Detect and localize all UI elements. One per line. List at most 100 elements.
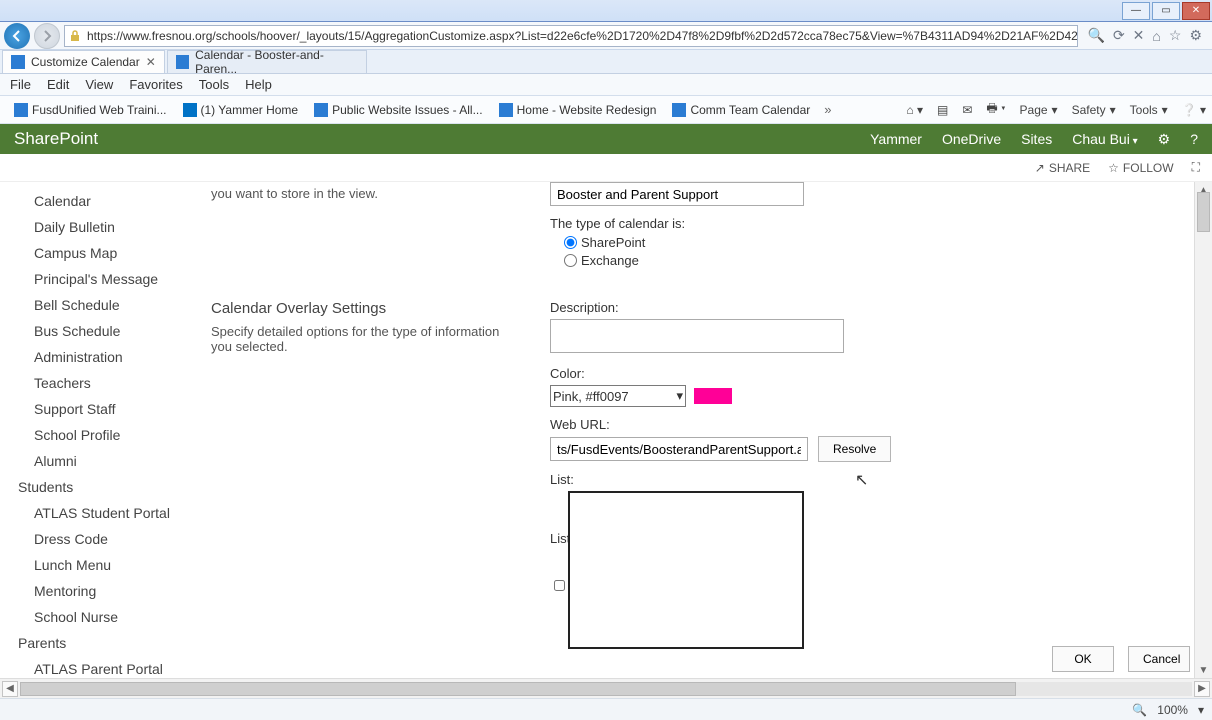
- fav-link[interactable]: FusdUnified Web Traini...: [6, 103, 175, 117]
- favorites-star-icon[interactable]: ☆: [1169, 27, 1182, 44]
- help-icon[interactable]: ?: [1190, 131, 1198, 147]
- type-exchange-radio[interactable]: [564, 254, 577, 267]
- suite-user-menu[interactable]: Chau Bui: [1072, 131, 1137, 147]
- tab-calendar-booster[interactable]: Calendar - Booster-and-Paren...: [167, 50, 367, 73]
- menu-favorites[interactable]: Favorites: [129, 77, 182, 92]
- section-title: Calendar Overlay Settings: [211, 300, 386, 317]
- feeds-icon[interactable]: ▤: [937, 103, 948, 117]
- print-icon[interactable]: 🖶 ▾: [986, 99, 1005, 120]
- nav-item-dress-code[interactable]: Dress Code: [14, 526, 205, 552]
- home-icon[interactable]: ⌂: [1152, 28, 1160, 44]
- suite-link-yammer[interactable]: Yammer: [870, 131, 922, 147]
- back-button[interactable]: [4, 23, 30, 49]
- nav-item-teachers[interactable]: Teachers: [14, 370, 205, 396]
- home-dropdown-icon[interactable]: ⌂ ▾: [906, 103, 923, 117]
- page-actions-bar: ↗ SHARE ☆ FOLLOW ⛶: [0, 154, 1212, 182]
- share-button[interactable]: ↗ SHARE: [1035, 161, 1090, 175]
- scroll-right-arrow-icon[interactable]: ▶: [1194, 681, 1210, 697]
- nav-item-alumni[interactable]: Alumni: [14, 448, 205, 474]
- nav-item-support-staff[interactable]: Support Staff: [14, 396, 205, 422]
- focus-icon[interactable]: ⛶: [1192, 160, 1200, 175]
- fav-link[interactable]: Home - Website Redesign: [491, 103, 665, 117]
- horizontal-scrollbar[interactable]: ◀ ▶: [0, 678, 1212, 698]
- fav-link[interactable]: Comm Team Calendar: [664, 103, 818, 117]
- nav-item-lunch-menu[interactable]: Lunch Menu: [14, 552, 205, 578]
- fav-label: Home - Website Redesign: [517, 103, 657, 117]
- weburl-input[interactable]: [550, 437, 808, 461]
- menu-tools[interactable]: Tools: [199, 77, 229, 92]
- safety-menu[interactable]: Safety ▾: [1072, 103, 1116, 117]
- nav-item-school-profile[interactable]: School Profile: [14, 422, 205, 448]
- cancel-button[interactable]: Cancel: [1128, 646, 1190, 672]
- browser-menubar: File Edit View Favorites Tools Help: [0, 74, 1212, 96]
- zoom-value[interactable]: 100%: [1157, 703, 1188, 717]
- nav-item-bell-schedule[interactable]: Bell Schedule: [14, 292, 205, 318]
- ok-button[interactable]: OK: [1052, 646, 1114, 672]
- nav-item-school-nurse[interactable]: School Nurse: [14, 604, 205, 630]
- address-bar[interactable]: https://www.fresnou.org/schools/hoover/_…: [64, 25, 1078, 47]
- color-swatch: [694, 388, 732, 404]
- nav-item-bus-schedule[interactable]: Bus Schedule: [14, 318, 205, 344]
- color-select-value: Pink, #ff0097: [553, 389, 629, 404]
- suite-link-onedrive[interactable]: OneDrive: [942, 131, 1001, 147]
- arrow-right-icon: [41, 30, 53, 42]
- zoom-icon[interactable]: 🔍: [1132, 703, 1147, 717]
- description-input[interactable]: [550, 319, 844, 353]
- section-description: Specify detailed options for the type of…: [211, 324, 521, 354]
- hscroll-thumb[interactable]: [20, 682, 1016, 696]
- zoom-dropdown-icon[interactable]: ▾: [1198, 703, 1204, 717]
- chevron-down-icon: ▾: [676, 388, 683, 404]
- nav-item-atlas-student[interactable]: ATLAS Student Portal: [14, 500, 205, 526]
- tools-menu[interactable]: Tools ▾: [1130, 103, 1168, 117]
- nav-item-principals-message[interactable]: Principal's Message: [14, 266, 205, 292]
- color-select[interactable]: Pink, #ff0097 ▾: [550, 385, 686, 407]
- scroll-left-arrow-icon[interactable]: ◀: [2, 681, 18, 697]
- stop-icon[interactable]: ✕: [1133, 27, 1145, 44]
- follow-button[interactable]: ☆ FOLLOW: [1108, 161, 1173, 175]
- window-minimize-button[interactable]: —: [1122, 2, 1150, 20]
- window-close-button[interactable]: ✕: [1182, 2, 1210, 20]
- refresh-icon[interactable]: ⟳: [1113, 27, 1125, 44]
- nav-item-atlas-parent[interactable]: ATLAS Parent Portal: [14, 656, 205, 678]
- scroll-down-arrow-icon[interactable]: ▼: [1195, 662, 1212, 678]
- tab-close-icon[interactable]: ✕: [146, 55, 156, 69]
- nav-group-students[interactable]: Students: [14, 474, 205, 500]
- settings-gear-icon[interactable]: ⚙: [1189, 27, 1202, 44]
- menu-edit[interactable]: Edit: [47, 77, 69, 92]
- menu-view[interactable]: View: [85, 77, 113, 92]
- fav-link[interactable]: Public Website Issues - All...: [306, 103, 491, 117]
- nav-group-parents[interactable]: Parents: [14, 630, 205, 656]
- window-maximize-button[interactable]: ▭: [1152, 2, 1180, 20]
- menu-help[interactable]: Help: [245, 77, 272, 92]
- content-area: you want to store in the view. Calendar …: [205, 182, 1212, 678]
- lock-icon: [69, 30, 81, 42]
- fav-link[interactable]: (1) Yammer Home: [175, 103, 307, 117]
- help-icon[interactable]: ❔ ▾: [1182, 103, 1206, 117]
- nav-item-mentoring[interactable]: Mentoring: [14, 578, 205, 604]
- suite-link-sites[interactable]: Sites: [1021, 131, 1052, 147]
- tab-customize-calendar[interactable]: Customize Calendar ✕: [2, 50, 165, 73]
- scroll-thumb[interactable]: [1197, 192, 1210, 232]
- site-favicon-icon: [14, 103, 28, 117]
- fav-label: (1) Yammer Home: [201, 103, 299, 117]
- vertical-scrollbar[interactable]: ▲ ▼: [1194, 182, 1212, 678]
- forward-button[interactable]: [34, 23, 60, 49]
- menu-label: Tools: [1130, 103, 1158, 117]
- menu-file[interactable]: File: [10, 77, 31, 92]
- favorites-bar: FusdUnified Web Traini... (1) Yammer Hom…: [0, 96, 1212, 124]
- page-menu[interactable]: Page ▾: [1020, 103, 1058, 117]
- favorites-overflow-icon[interactable]: »: [824, 102, 831, 117]
- nav-item-daily-bulletin[interactable]: Daily Bulletin: [14, 214, 205, 240]
- type-sharepoint-radio[interactable]: [564, 236, 577, 249]
- search-icon[interactable]: 🔍: [1088, 27, 1105, 44]
- nav-item-administration[interactable]: Administration: [14, 344, 205, 370]
- list-checkbox[interactable]: [554, 579, 565, 592]
- mail-icon[interactable]: ✉: [962, 103, 972, 117]
- list-select-box[interactable]: [568, 491, 804, 649]
- gear-icon[interactable]: ⚙: [1158, 131, 1171, 148]
- calendar-name-input[interactable]: [550, 182, 804, 206]
- nav-item-campus-map[interactable]: Campus Map: [14, 240, 205, 266]
- resolve-button[interactable]: Resolve: [818, 436, 891, 462]
- nav-item-calendar[interactable]: Calendar: [14, 188, 205, 214]
- star-icon: ☆: [1108, 161, 1119, 175]
